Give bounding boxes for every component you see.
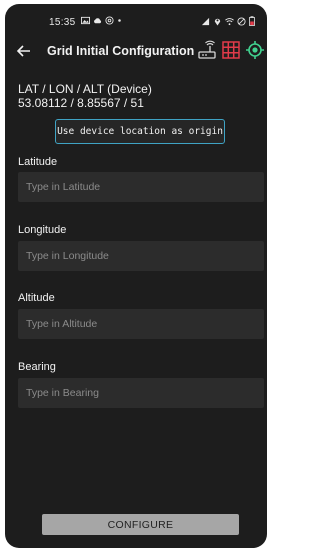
gallery-icon bbox=[81, 16, 90, 25]
use-device-location-button[interactable]: Use device location as origin bbox=[55, 119, 225, 144]
status-time: 15:35 bbox=[49, 17, 76, 28]
signal-icon bbox=[201, 17, 210, 25]
app-screen: 15:35 Grid Initial Configuration LAT / L… bbox=[5, 4, 267, 548]
latitude-placeholder: Type in Latitude bbox=[26, 181, 101, 193]
latitude-label: Latitude bbox=[18, 156, 58, 168]
page-title: Grid Initial Configuration bbox=[47, 44, 195, 58]
router-icon[interactable] bbox=[197, 40, 217, 60]
bearing-input[interactable]: Type in Bearing bbox=[18, 378, 264, 408]
longitude-placeholder: Type in Longitude bbox=[26, 250, 109, 262]
longitude-label: Longitude bbox=[18, 224, 67, 236]
bearing-label: Bearing bbox=[18, 361, 56, 373]
dot-icon bbox=[118, 19, 121, 22]
configure-button[interactable]: CONFIGURE bbox=[42, 514, 239, 535]
back-arrow-icon[interactable] bbox=[15, 42, 33, 60]
device-location-label: LAT / LON / ALT (Device) bbox=[18, 82, 152, 96]
mail-icon bbox=[105, 16, 114, 25]
longitude-input[interactable]: Type in Longitude bbox=[18, 241, 264, 271]
altitude-label: Altitude bbox=[18, 292, 55, 304]
dnd-icon bbox=[237, 16, 246, 26]
latitude-input[interactable]: Type in Latitude bbox=[18, 172, 264, 202]
device-location-value: 53.08112 / 8.85567 / 51 bbox=[18, 96, 144, 110]
altitude-input[interactable]: Type in Altitude bbox=[18, 309, 264, 339]
wifi-icon bbox=[225, 17, 234, 25]
bearing-placeholder: Type in Bearing bbox=[26, 387, 99, 399]
battery-icon bbox=[249, 16, 255, 26]
cloud-icon bbox=[94, 18, 102, 24]
app-bar: Grid Initial Configuration bbox=[5, 36, 267, 66]
gps-target-icon[interactable] bbox=[245, 40, 265, 60]
altitude-placeholder: Type in Altitude bbox=[26, 318, 98, 330]
location-icon bbox=[214, 18, 221, 26]
status-bar: 15:35 bbox=[5, 4, 267, 38]
grid-icon[interactable] bbox=[221, 40, 241, 60]
